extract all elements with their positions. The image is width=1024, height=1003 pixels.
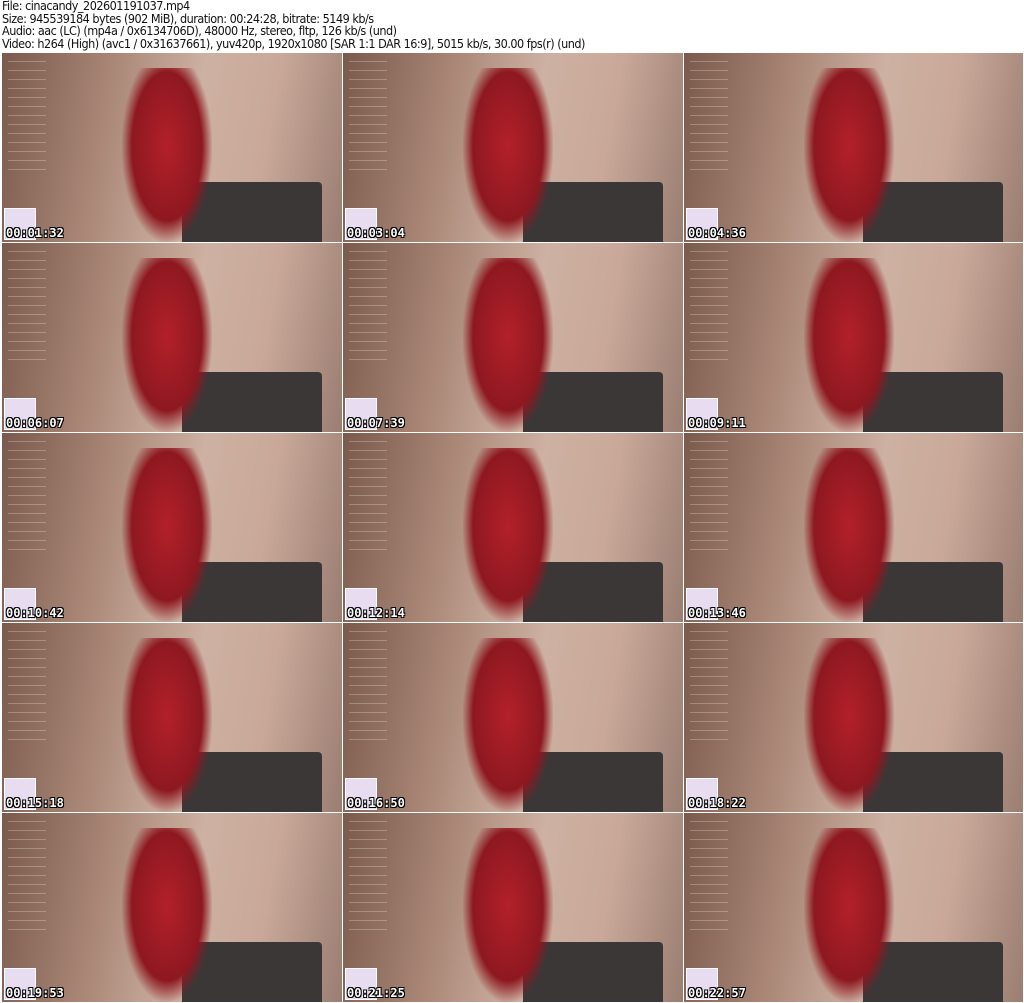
thumbnail-timestamp: 00:15:18 [6, 796, 64, 810]
video-thumbnail: 00:21:25 [343, 813, 683, 1002]
thumbnail-timestamp: 00:03:04 [347, 226, 405, 240]
video-thumbnail: 00:22:57 [684, 813, 1023, 1002]
thumbnail-subject [122, 828, 212, 1002]
stream-menu-overlay [690, 631, 728, 741]
thumbnail-timestamp: 00:06:07 [6, 416, 64, 430]
stream-menu-overlay [8, 61, 46, 171]
stream-menu-overlay [690, 821, 728, 931]
thumbnail-subject [804, 258, 894, 432]
thumbnail-subject [463, 68, 553, 242]
stream-menu-overlay [690, 251, 728, 361]
stream-menu-overlay [8, 631, 46, 741]
thumbnail-subject [804, 828, 894, 1002]
video-thumbnail: 00:03:04 [343, 53, 683, 242]
thumbnail-timestamp: 00:10:42 [6, 606, 64, 620]
thumbnail-subject [804, 638, 894, 812]
stream-menu-overlay [8, 821, 46, 931]
video-thumbnail: 00:13:46 [684, 433, 1023, 622]
stream-menu-overlay [349, 821, 387, 931]
thumbnail-subject [463, 638, 553, 812]
thumbnail-timestamp: 00:12:14 [347, 606, 405, 620]
thumbnail-subject [463, 448, 553, 622]
video-thumbnail: 00:12:14 [343, 433, 683, 622]
video-thumbnail: 00:15:18 [2, 623, 342, 812]
thumbnail-timestamp: 00:22:57 [688, 986, 746, 1000]
stream-menu-overlay [8, 441, 46, 551]
thumbnail-grid: 00:01:32 00:03:04 00:04:36 00:06:07 00:07:39… [2, 53, 1023, 1002]
video-thumbnail: 00:07:39 [343, 243, 683, 432]
thumbnail-timestamp: 00:01:32 [6, 226, 64, 240]
thumbnail-timestamp: 00:09:11 [688, 416, 746, 430]
thumbnail-timestamp: 00:18:22 [688, 796, 746, 810]
file-info-header: File: cinacandy_202601191037.mp4 Size: 9… [2, 0, 585, 50]
stream-menu-overlay [349, 251, 387, 361]
thumbnail-timestamp: 00:13:46 [688, 606, 746, 620]
video-thumbnail: 00:09:11 [684, 243, 1023, 432]
thumbnail-subject [122, 638, 212, 812]
video-thumbnail: 00:04:36 [684, 53, 1023, 242]
stream-menu-overlay [8, 251, 46, 361]
thumbnail-timestamp: 00:21:25 [347, 986, 405, 1000]
stream-menu-overlay [690, 441, 728, 551]
thumbnail-subject [463, 828, 553, 1002]
thumbnail-subject [804, 448, 894, 622]
stream-menu-overlay [349, 441, 387, 551]
video-thumbnail: 00:19:53 [2, 813, 342, 1002]
video-thumbnail: 00:06:07 [2, 243, 342, 432]
video-thumbnail: 00:18:22 [684, 623, 1023, 812]
thumbnail-subject [122, 68, 212, 242]
stream-menu-overlay [349, 61, 387, 171]
video-info: Video: h264 (High) (avc1 / 0x31637661), … [2, 35, 585, 51]
thumbnail-timestamp: 00:16:50 [347, 796, 405, 810]
thumbnail-timestamp: 00:07:39 [347, 416, 405, 430]
thumbnail-subject [804, 68, 894, 242]
video-thumbnail: 00:10:42 [2, 433, 342, 622]
thumbnail-timestamp: 00:04:36 [688, 226, 746, 240]
stream-menu-overlay [349, 631, 387, 741]
stream-menu-overlay [690, 61, 728, 171]
thumbnail-subject [122, 448, 212, 622]
thumbnail-subject [463, 258, 553, 432]
thumbnail-subject [122, 258, 212, 432]
thumbnail-timestamp: 00:19:53 [6, 986, 64, 1000]
video-thumbnail: 00:01:32 [2, 53, 342, 242]
video-thumbnail: 00:16:50 [343, 623, 683, 812]
